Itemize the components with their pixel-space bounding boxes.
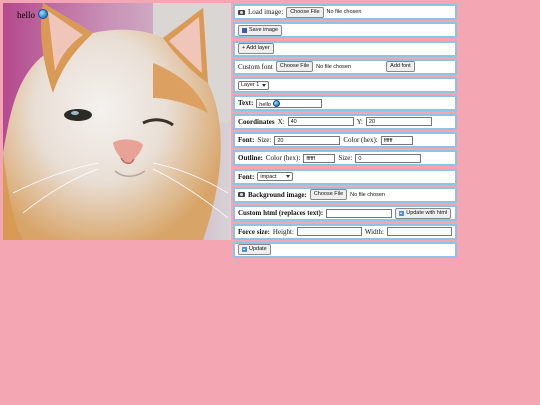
- x-input[interactable]: 40: [287, 117, 354, 127]
- custom-html-panel: Custom html (replaces text): Update with…: [233, 205, 457, 222]
- update-with-html-button[interactable]: Update with html: [395, 207, 452, 219]
- height-label: Height:: [272, 227, 294, 236]
- coordinates-label: Coordinates: [238, 117, 275, 126]
- layer-select[interactable]: Layer 1: [238, 80, 270, 90]
- up-arrow-icon: [242, 247, 247, 253]
- save-icon: [242, 27, 247, 33]
- width-input[interactable]: [386, 227, 453, 237]
- outline-color-label: Color (hex):: [265, 154, 301, 163]
- update-button[interactable]: Update: [238, 244, 271, 256]
- force-size-label: Force size:: [238, 227, 270, 236]
- background-image-status: No file chosen: [350, 191, 386, 198]
- outline-label: Outline:: [238, 154, 263, 163]
- update-panel: Update: [233, 241, 457, 258]
- height-input[interactable]: [296, 227, 362, 237]
- background-image-label: Background image:: [248, 190, 307, 199]
- font-color-label: Color (hex):: [343, 136, 378, 145]
- add-layer-button[interactable]: + Add layer: [238, 43, 274, 55]
- outline-panel: Outline: Color (hex): ffffff Size: 0: [233, 150, 457, 167]
- outline-size-input[interactable]: 0: [355, 153, 422, 163]
- font-color-input[interactable]: ffffff: [380, 135, 413, 145]
- background-image-file-button[interactable]: Choose File: [309, 189, 348, 201]
- cat-photo: [3, 3, 231, 240]
- custom-font-label: Custom font: [238, 62, 273, 71]
- text-panel: Text: hello: [233, 95, 457, 112]
- meme-text-overlay[interactable]: hello: [17, 9, 49, 20]
- text-input[interactable]: hello: [256, 98, 323, 108]
- up-arrow-icon: [399, 210, 405, 216]
- chevron-down-icon: [262, 83, 267, 87]
- font-size-label: Size:: [257, 136, 272, 145]
- load-image-panel: Load image: Choose File No file chosen: [233, 4, 457, 20]
- add-font-button[interactable]: Add font: [386, 61, 415, 73]
- load-image-status: No file chosen: [326, 9, 362, 15]
- outline-color-input[interactable]: ffffff: [303, 153, 336, 163]
- globe-icon: [273, 99, 281, 107]
- coordinates-panel: Coordinates X: 40 Y: 20: [233, 113, 457, 130]
- image-canvas: hello: [3, 3, 231, 240]
- y-label: Y:: [356, 117, 363, 126]
- font-size-input[interactable]: 20: [274, 135, 341, 145]
- controls-column: Load image: Choose File No file chosen S…: [233, 4, 458, 260]
- globe-icon: [38, 9, 49, 19]
- force-size-panel: Force size: Height: Width:: [233, 223, 457, 240]
- background-image-panel: Background image: Choose File No file ch…: [233, 186, 457, 203]
- custom-font-panel: Custom font Choose File No file chosen A…: [233, 58, 457, 75]
- outline-size-label: Size:: [338, 154, 353, 163]
- image-icon: [238, 9, 245, 15]
- chevron-down-icon: [286, 175, 291, 179]
- load-image-label: Load image:: [248, 8, 284, 16]
- font-family-panel: Font: impact: [233, 168, 457, 185]
- x-label: X:: [277, 117, 285, 126]
- layer-select-panel: Layer 1: [233, 77, 457, 94]
- font-family-label: Font:: [238, 172, 255, 181]
- custom-font-status: No file chosen: [316, 63, 352, 70]
- y-input[interactable]: 20: [365, 117, 432, 127]
- font-family-select[interactable]: impact: [257, 172, 294, 182]
- font-label: Font:: [238, 136, 255, 145]
- save-image-button[interactable]: Save image: [238, 24, 283, 36]
- custom-html-input[interactable]: [326, 208, 393, 218]
- text-label: Text:: [238, 99, 254, 108]
- add-layer-panel: + Add layer: [233, 40, 457, 57]
- width-label: Width:: [364, 227, 385, 236]
- load-image-file-button[interactable]: Choose File: [286, 6, 324, 18]
- custom-html-label: Custom html (replaces text):: [238, 209, 324, 218]
- image-icon: [238, 192, 245, 198]
- font-size-panel: Font: Size: 20 Color (hex): ffffff: [233, 132, 457, 149]
- save-image-panel: Save image: [233, 22, 457, 39]
- custom-font-file-button[interactable]: Choose File: [275, 61, 314, 73]
